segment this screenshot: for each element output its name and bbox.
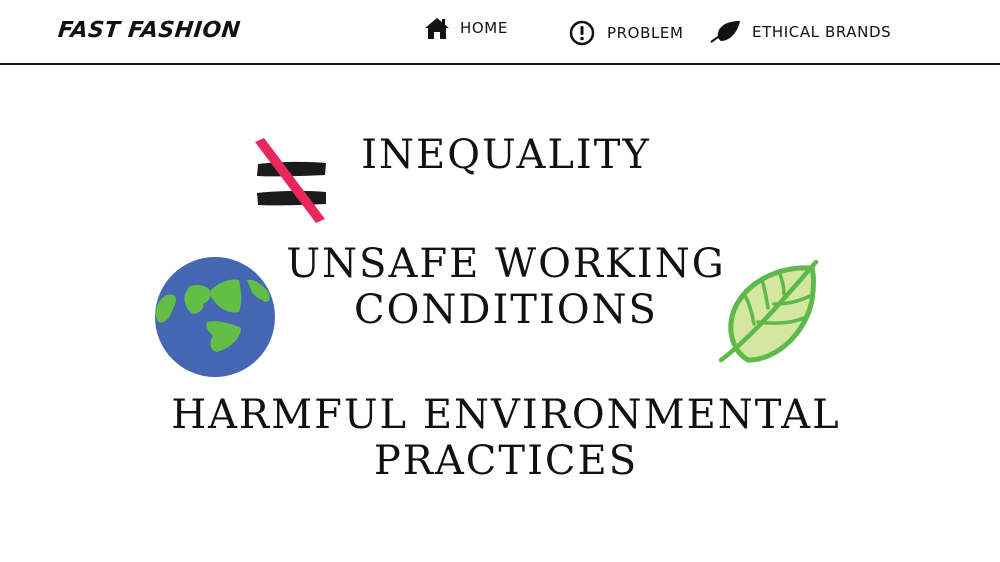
home-icon [424, 16, 450, 40]
nav-problem-link[interactable]: PROBLEM [569, 20, 684, 46]
heading-unsafe-working-conditions: UNSAFE WORKING CONDITIONS [6, 241, 1000, 333]
heading-inequality: INEQUALITY [6, 132, 1000, 178]
heading-line: CONDITIONS [354, 287, 658, 333]
site-header: FAST FASHION HOME PROBLEM ETHICAL BRANDS [0, 0, 1000, 65]
heading-harmful-environmental-practices: HARMFUL ENVIRONMENTAL PRACTICES [6, 392, 1000, 484]
heading-line: HARMFUL ENVIRONMENTAL [171, 392, 841, 438]
nav-ethical-brands-link[interactable]: ETHICAL BRANDS [710, 20, 891, 44]
heading-line: INEQUALITY [361, 132, 651, 178]
heading-line: UNSAFE WORKING [286, 241, 726, 287]
nav-home-label: HOME [460, 19, 508, 37]
nav-ethical-brands-label: ETHICAL BRANDS [752, 23, 892, 41]
nav-home-link[interactable]: HOME [424, 16, 508, 40]
nav-problem-label: PROBLEM [607, 24, 684, 42]
site-logo[interactable]: FAST FASHION [57, 18, 242, 43]
heading-line: PRACTICES [373, 438, 639, 484]
leaf-icon [710, 20, 742, 44]
exclamation-circle-icon [569, 20, 597, 46]
